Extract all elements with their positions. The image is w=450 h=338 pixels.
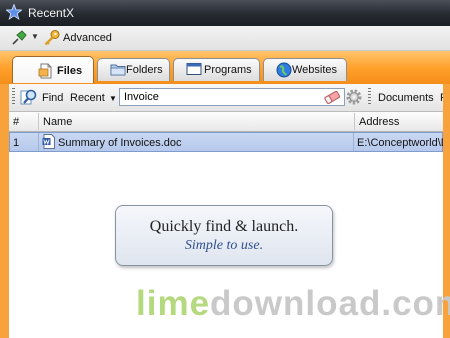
star-icon: [6, 4, 22, 20]
callout-subline: Simple to use.: [184, 238, 264, 253]
tab-folders[interactable]: Folders: [97, 58, 170, 81]
more-filter-button[interactable]: Pi: [440, 92, 443, 104]
search-input[interactable]: [119, 88, 345, 106]
folder-icon: [110, 64, 126, 76]
gear-icon[interactable]: [345, 88, 363, 106]
eraser-icon[interactable]: [322, 89, 342, 105]
file-icon: [38, 63, 52, 79]
window-title: RecentX: [28, 6, 75, 20]
window-icon: [186, 63, 202, 75]
toolbar-grip[interactable]: [368, 88, 371, 106]
tab-websites-label: Websites: [292, 64, 338, 76]
recent-dropdown[interactable]: Recent: [70, 92, 105, 104]
documents-filter-button[interactable]: Documents: [378, 92, 434, 104]
row-file-name: Summary of Invoices.doc: [58, 137, 182, 149]
row-number: 1: [13, 137, 20, 149]
search-icon[interactable]: [19, 87, 39, 107]
row-divider: [38, 133, 39, 151]
column-number[interactable]: #: [13, 116, 19, 128]
globe-icon: [276, 62, 292, 78]
tab-files[interactable]: Files: [12, 56, 94, 83]
tab-websites[interactable]: Websites: [263, 58, 347, 81]
tab-folders-label: Folders: [126, 64, 163, 76]
toolbar-grip[interactable]: [12, 88, 15, 106]
tab-files-label: Files: [57, 65, 83, 77]
advanced-button[interactable]: Advanced: [63, 32, 112, 44]
promo-callout: Quickly find & launch. Simple to use.: [115, 205, 333, 266]
tab-programs[interactable]: Programs: [173, 58, 260, 81]
pin-icon[interactable]: [10, 30, 28, 46]
callout-headline: Quickly find & launch.: [149, 218, 299, 235]
row-file-address: E:\Conceptworld\Do: [357, 137, 443, 149]
pane-border-left: [0, 84, 9, 338]
row-divider: [353, 133, 354, 151]
column-divider[interactable]: [354, 113, 355, 130]
pin-dropdown-caret-icon[interactable]: ▼: [31, 32, 39, 41]
column-divider[interactable]: [38, 113, 39, 130]
watermark-part-lime: lime: [136, 284, 211, 323]
word-document-icon: [42, 134, 55, 149]
tab-programs-label: Programs: [204, 64, 252, 76]
column-name[interactable]: Name: [43, 116, 72, 128]
key-icon[interactable]: [43, 29, 61, 47]
chevron-down-icon[interactable]: ▼: [109, 94, 117, 103]
watermark-logo: limedownload.com: [136, 284, 450, 324]
column-address[interactable]: Address: [359, 116, 399, 128]
watermark-part-rest: download.com: [210, 284, 450, 323]
find-button[interactable]: Find: [42, 92, 63, 104]
